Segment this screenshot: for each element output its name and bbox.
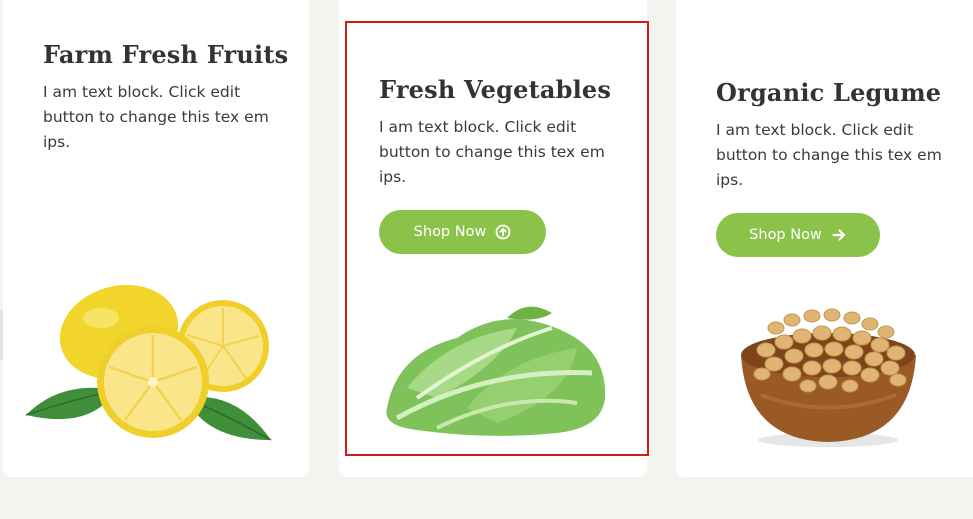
soybean-bowl-image bbox=[741, 308, 916, 447]
lemons-image bbox=[25, 284, 272, 441]
card-title: Organic Legume bbox=[716, 78, 942, 107]
card-fresh-vegetables: Fresh Vegetables I am text block. Click … bbox=[339, 0, 647, 477]
card-title: Farm Fresh Fruits bbox=[43, 40, 289, 69]
card-organic-legume: Organic Legume I am text block. Click ed… bbox=[676, 0, 973, 477]
card-description: I am text block. Click edit button to ch… bbox=[716, 121, 942, 189]
lettuce-image bbox=[386, 306, 606, 436]
card-description: I am text block. Click edit button to ch… bbox=[379, 118, 605, 186]
card-farm-fresh-fruits: Farm Fresh Fruits I am text block. Click… bbox=[3, 0, 309, 477]
button-label: Shop Now bbox=[749, 227, 822, 243]
arrow-right-icon bbox=[831, 227, 847, 243]
button-label: Shop Now bbox=[413, 224, 487, 240]
card-title: Fresh Vegetables bbox=[379, 75, 612, 104]
arrow-up-circle-icon bbox=[495, 224, 511, 240]
card-description: I am text block. Click edit button to ch… bbox=[43, 83, 269, 151]
product-cards-section: Farm Fresh Fruits I am text block. Click… bbox=[0, 0, 973, 519]
shop-now-button[interactable]: Shop Now bbox=[716, 213, 880, 257]
shop-now-button[interactable]: Shop Now bbox=[379, 210, 546, 254]
